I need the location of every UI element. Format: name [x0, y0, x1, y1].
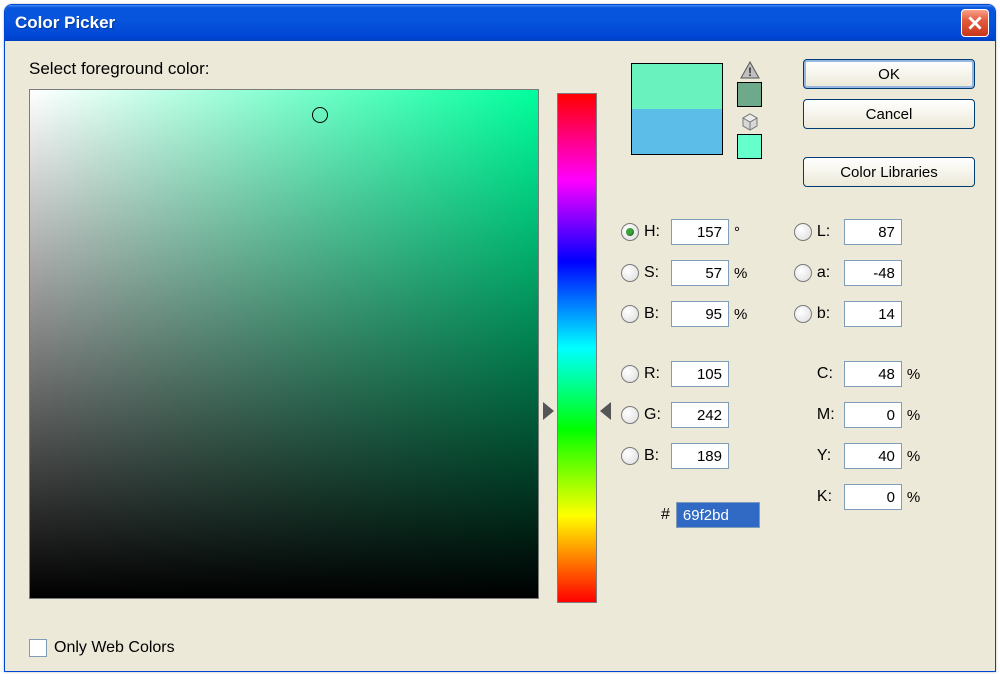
gamut-swatch[interactable] — [737, 82, 762, 107]
dialog-body: Select foreground color: — [5, 41, 995, 671]
color-swatch-stack — [631, 63, 723, 187]
r-input[interactable] — [671, 361, 729, 387]
saturation-value-picker[interactable] — [29, 89, 539, 599]
s-input[interactable] — [671, 260, 729, 286]
hsb-rgb-column: H: ° S:% B:% R: G: B: # — [621, 217, 760, 528]
hue-indicator-right[interactable] — [600, 402, 611, 420]
radio-s[interactable] — [621, 264, 639, 282]
hex-row: # — [661, 502, 760, 528]
prompt-label: Select foreground color: — [29, 59, 539, 79]
radio-g[interactable] — [621, 406, 639, 424]
color-libraries-button[interactable]: Color Libraries — [803, 157, 975, 187]
radio-lab-b[interactable] — [794, 305, 812, 323]
h-input[interactable] — [671, 219, 729, 245]
cube-icon[interactable] — [741, 113, 759, 131]
lab-b-input[interactable] — [844, 301, 902, 327]
ok-button[interactable]: OK — [803, 59, 975, 89]
button-column: OK Cancel Color Libraries — [803, 59, 975, 187]
b-hsb-input[interactable] — [671, 301, 729, 327]
sv-gradient — [30, 90, 538, 598]
m-unit: % — [907, 407, 925, 424]
k-input[interactable] — [844, 484, 902, 510]
b-hsb-unit: % — [734, 306, 752, 323]
lab-l-label: L: — [817, 223, 839, 241]
cancel-button[interactable]: Cancel — [803, 99, 975, 129]
right-column: ! OK Cancel Color Libraries — [615, 59, 975, 657]
b-hsb-label: B: — [644, 305, 666, 323]
window-title: Color Picker — [15, 13, 961, 33]
hue-indicator-left[interactable] — [543, 402, 554, 420]
radio-r[interactable] — [621, 365, 639, 383]
web-colors-row: Only Web Colors — [29, 639, 175, 657]
svg-text:!: ! — [748, 65, 752, 79]
lab-cmyk-column: L: a: b: C:% M:% Y:% K:% — [794, 217, 925, 528]
lab-a-label: a: — [817, 264, 839, 282]
radio-b[interactable] — [621, 305, 639, 323]
s-label: S: — [644, 264, 666, 282]
c-unit: % — [907, 366, 925, 383]
websafe-swatch[interactable] — [737, 134, 762, 159]
c-input[interactable] — [844, 361, 902, 387]
lab-l-input[interactable] — [844, 219, 902, 245]
warning-icon[interactable]: ! — [740, 61, 760, 79]
b-rgb-input[interactable] — [671, 443, 729, 469]
color-picker-window: Color Picker Select foreground color: — [4, 4, 996, 672]
radio-lab-a[interactable] — [794, 264, 812, 282]
warning-column: ! — [737, 61, 762, 187]
y-input[interactable] — [844, 443, 902, 469]
radio-lab-l[interactable] — [794, 223, 812, 241]
g-input[interactable] — [671, 402, 729, 428]
m-input[interactable] — [844, 402, 902, 428]
previous-color-swatch[interactable] — [632, 109, 722, 154]
k-label: K: — [817, 488, 839, 506]
hex-input[interactable] — [676, 502, 760, 528]
lab-b-label: b: — [817, 305, 839, 323]
hue-slider[interactable] — [557, 93, 597, 603]
g-label: G: — [644, 406, 666, 424]
b-rgb-label: B: — [644, 447, 666, 465]
radio-b-rgb[interactable] — [621, 447, 639, 465]
h-label: H: — [644, 223, 666, 241]
gamut-warning: ! — [737, 61, 762, 107]
y-unit: % — [907, 448, 925, 465]
radio-h[interactable] — [621, 223, 639, 241]
close-icon — [968, 16, 982, 30]
hash-label: # — [661, 506, 670, 524]
m-label: M: — [817, 406, 839, 424]
top-row: ! OK Cancel Color Libraries — [615, 59, 975, 187]
new-color-swatch[interactable] — [632, 64, 722, 109]
y-label: Y: — [817, 447, 839, 465]
fields: H: ° S:% B:% R: G: B: # L: a: b: — [621, 217, 975, 528]
h-unit: ° — [734, 224, 752, 241]
c-label: C: — [817, 365, 839, 383]
s-unit: % — [734, 265, 752, 282]
lab-a-input[interactable] — [844, 260, 902, 286]
hue-column — [557, 93, 597, 657]
left-column: Select foreground color: — [29, 59, 539, 657]
sv-cursor[interactable] — [312, 107, 328, 123]
only-web-colors-checkbox[interactable] — [29, 639, 47, 657]
color-preview[interactable] — [631, 63, 723, 155]
r-label: R: — [644, 365, 666, 383]
k-unit: % — [907, 489, 925, 506]
close-button[interactable] — [961, 9, 989, 37]
websafe-warning — [737, 113, 762, 159]
only-web-colors-label: Only Web Colors — [54, 639, 175, 657]
titlebar[interactable]: Color Picker — [5, 5, 995, 41]
